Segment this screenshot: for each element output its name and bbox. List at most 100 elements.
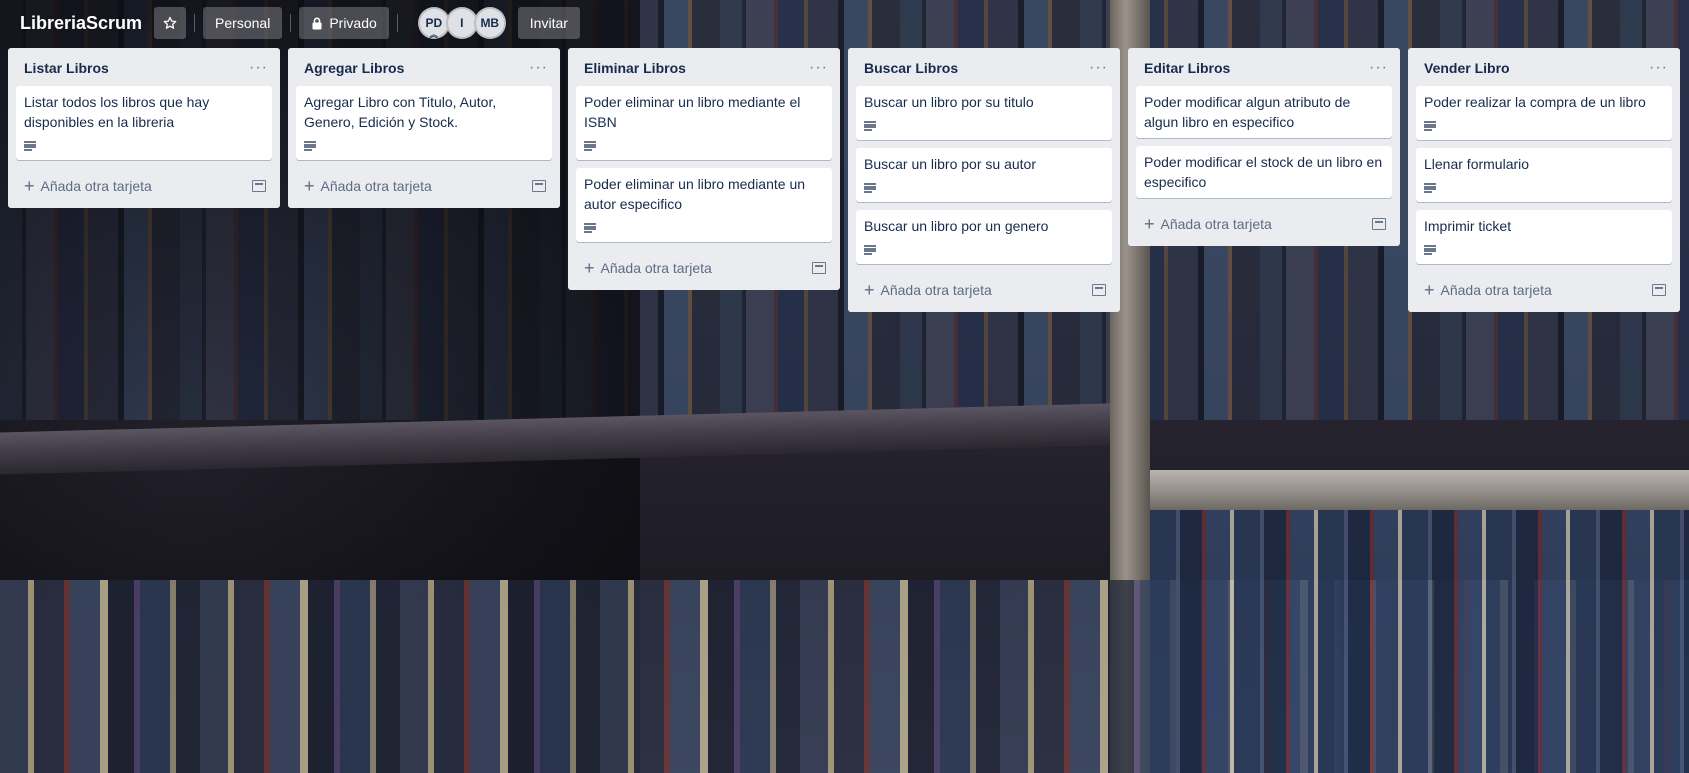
card[interactable]: Llenar formulario: [1416, 148, 1672, 202]
card-template-icon[interactable]: [1372, 218, 1386, 230]
list-header: Buscar Libros ···: [856, 48, 1112, 86]
add-card-label: Añada otra tarjeta: [1160, 216, 1272, 232]
card-badges: [1424, 180, 1664, 196]
description-icon: [864, 121, 876, 131]
card[interactable]: Listar todos los libros que hay disponib…: [16, 86, 272, 160]
card-title: Poder eliminar un libro mediante un auto…: [584, 176, 806, 212]
list-header: Agregar Libros ···: [296, 48, 552, 86]
list: Buscar Libros ··· Buscar un libro por su t…: [848, 48, 1120, 312]
list-title[interactable]: Vender Libro: [1424, 60, 1510, 76]
list-title[interactable]: Editar Libros: [1144, 60, 1230, 76]
card-title: Poder realizar la compra de un libro: [1424, 94, 1646, 110]
team-visibility-button[interactable]: Personal: [203, 7, 283, 39]
header-divider: [396, 14, 398, 32]
list-footer: + Añada otra tarjeta: [1416, 272, 1672, 308]
description-icon: [1424, 183, 1436, 193]
plus-icon: +: [1144, 214, 1155, 234]
board-title[interactable]: LibreriaScrum: [8, 13, 146, 34]
privacy-label: Privado: [329, 15, 377, 31]
invite-label: Invitar: [529, 15, 568, 31]
card-badges: [584, 138, 824, 154]
card-title: Poder modificar el stock de un libro en …: [1144, 154, 1383, 190]
description-icon: [1424, 121, 1436, 131]
card[interactable]: Poder modificar algun atributo de algun …: [1136, 86, 1392, 138]
more-horizontal-icon[interactable]: ···: [1089, 60, 1108, 76]
card[interactable]: Imprimir ticket: [1416, 210, 1672, 264]
card-title: Poder modificar algun atributo de algun …: [1144, 94, 1351, 130]
list: Eliminar Libros ··· Poder eliminar un libr…: [568, 48, 840, 290]
add-card-button[interactable]: + Añada otra tarjeta: [304, 176, 432, 196]
card[interactable]: Poder realizar la compra de un libro: [1416, 86, 1672, 140]
card[interactable]: Poder modificar el stock de un libro en …: [1136, 146, 1392, 198]
board-lists: Listar Libros ··· Listar todos los libros …: [8, 48, 1680, 312]
card-badges: [304, 138, 544, 154]
invite-button[interactable]: Invitar: [517, 7, 580, 39]
plus-icon: +: [24, 176, 35, 196]
add-card-button[interactable]: + Añada otra tarjeta: [584, 258, 712, 278]
admin-chevron-icon: ︽: [429, 30, 438, 39]
card[interactable]: Buscar un libro por su autor: [856, 148, 1112, 202]
more-horizontal-icon[interactable]: ···: [529, 60, 548, 76]
description-icon: [24, 141, 36, 151]
lock-icon: [312, 17, 322, 29]
avatar[interactable]: MB: [473, 7, 506, 39]
plus-icon: +: [304, 176, 315, 196]
list-title[interactable]: Buscar Libros: [864, 60, 958, 76]
card-template-icon[interactable]: [1652, 284, 1666, 296]
avatar[interactable]: PD ︽: [417, 7, 450, 39]
card-badges: [1424, 242, 1664, 258]
card[interactable]: Agregar Libro con Titulo, Autor, Genero,…: [296, 86, 552, 160]
list: Editar Libros ··· Poder modificar algun at…: [1128, 48, 1400, 246]
header-divider: [194, 14, 196, 32]
more-horizontal-icon[interactable]: ···: [1369, 60, 1388, 76]
plus-icon: +: [584, 258, 595, 278]
card[interactable]: Buscar un libro por un genero: [856, 210, 1112, 264]
list-header: Listar Libros ···: [16, 48, 272, 86]
card-template-icon[interactable]: [812, 262, 826, 274]
privacy-button[interactable]: Privado: [299, 7, 389, 39]
card-title: Agregar Libro con Titulo, Autor, Genero,…: [304, 94, 497, 130]
list-header: Editar Libros ···: [1136, 48, 1392, 86]
card-template-icon[interactable]: [252, 180, 266, 192]
add-card-button[interactable]: + Añada otra tarjeta: [864, 281, 992, 299]
description-icon: [304, 141, 316, 151]
card[interactable]: Poder eliminar un libro mediante un auto…: [576, 168, 832, 242]
description-icon: [864, 245, 876, 255]
plus-icon: +: [1424, 280, 1435, 300]
more-horizontal-icon[interactable]: ···: [809, 60, 828, 76]
star-board-button[interactable]: [154, 7, 187, 39]
add-card-label: Añada otra tarjeta: [600, 260, 712, 276]
avatar[interactable]: I: [445, 7, 478, 39]
team-label: Personal: [215, 15, 271, 31]
more-horizontal-icon[interactable]: ···: [1649, 60, 1668, 76]
card-badges: [24, 138, 264, 154]
add-card-label: Añada otra tarjeta: [1440, 282, 1552, 298]
card[interactable]: Buscar un libro por su titulo: [856, 86, 1112, 140]
card-badges: [1424, 118, 1664, 134]
card-title: Imprimir ticket: [1424, 218, 1512, 234]
list-footer: + Añada otra tarjeta: [16, 168, 272, 204]
card[interactable]: Poder eliminar un libro mediante el ISBN: [576, 86, 832, 160]
list-header: Vender Libro ···: [1416, 48, 1672, 86]
add-card-label: Añada otra tarjeta: [40, 178, 152, 194]
card-template-icon[interactable]: [1092, 284, 1106, 296]
card-template-icon[interactable]: [532, 180, 546, 192]
more-horizontal-icon[interactable]: ···: [249, 60, 268, 76]
add-card-button[interactable]: + Añada otra tarjeta: [1144, 214, 1272, 234]
description-icon: [864, 183, 876, 193]
list: Agregar Libros ··· Agregar Libro con Titul…: [288, 48, 560, 208]
add-card-button[interactable]: + Añada otra tarjeta: [24, 176, 152, 196]
list-footer: + Añada otra tarjeta: [296, 168, 552, 204]
card-badges: [864, 180, 1104, 196]
list-title[interactable]: Eliminar Libros: [584, 60, 686, 76]
description-icon: [584, 223, 596, 233]
list-title[interactable]: Agregar Libros: [304, 60, 404, 76]
description-icon: [584, 141, 596, 151]
star-icon: [163, 16, 177, 29]
list-header: Eliminar Libros ···: [576, 48, 832, 86]
card-title: Poder eliminar un libro mediante el ISBN: [584, 94, 801, 130]
list-footer: + Añada otra tarjeta: [576, 250, 832, 286]
list-title[interactable]: Listar Libros: [24, 60, 109, 76]
list: Vender Libro ··· Poder realizar la compra …: [1408, 48, 1680, 312]
add-card-button[interactable]: + Añada otra tarjeta: [1424, 280, 1552, 300]
